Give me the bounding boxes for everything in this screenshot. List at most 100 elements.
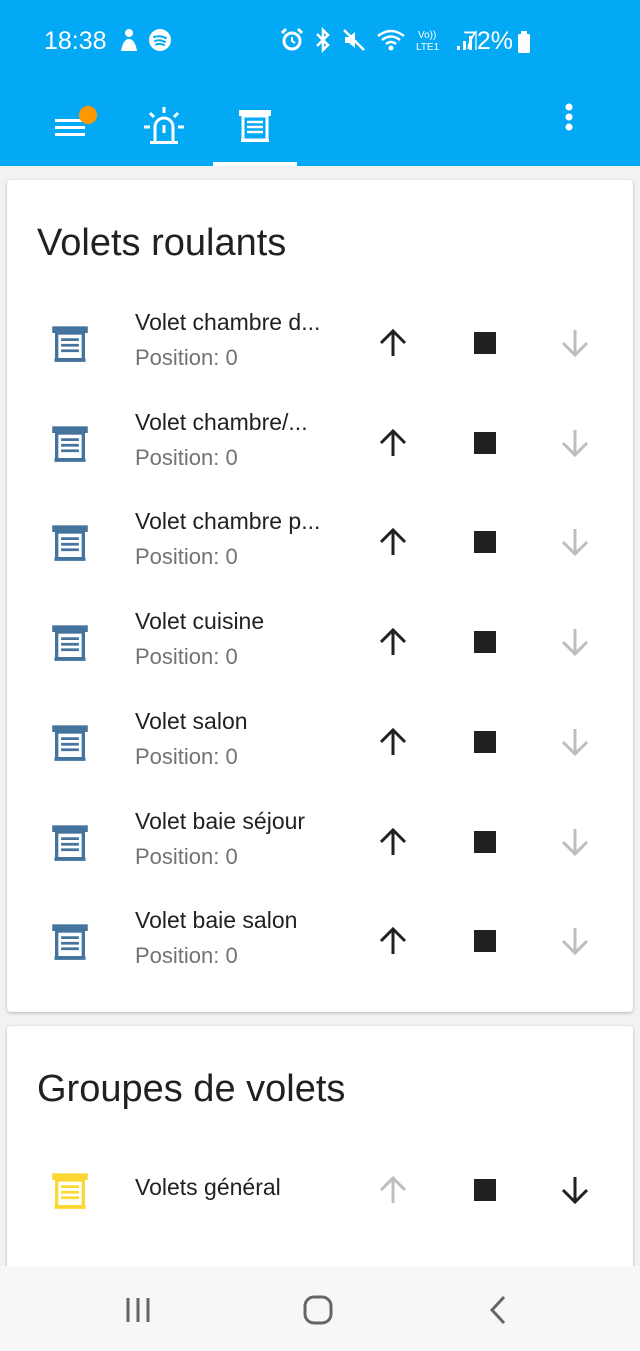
card-volets-roulants: Volets roulants Volet chambre d... Positi… — [7, 180, 633, 1012]
status-bar: 18:38 Vo)) LTE1 72% — [0, 0, 640, 80]
stop-cover-button[interactable] — [461, 1166, 509, 1214]
back-icon — [489, 1295, 506, 1325]
entity-name: Volet baie séjour — [135, 807, 306, 834]
more-vert-icon — [565, 103, 573, 131]
shutter-icon — [52, 426, 88, 462]
entity-position: Position: 0 — [135, 943, 238, 969]
close-cover-button[interactable] — [551, 718, 599, 766]
entity-row[interactable]: Volet salon Position: 0 — [7, 692, 633, 792]
close-cover-button[interactable] — [551, 1166, 599, 1214]
arrow-down-icon — [561, 828, 589, 856]
shutter-icon — [52, 725, 88, 761]
stop-cover-button[interactable] — [461, 818, 509, 866]
entity-icon — [51, 1170, 89, 1210]
recent-apps-icon — [126, 1298, 150, 1322]
close-cover-button[interactable] — [551, 319, 599, 367]
entity-icon — [51, 323, 89, 363]
alarm-icon — [280, 27, 304, 51]
mute-icon — [343, 29, 365, 51]
overflow-menu-button[interactable] — [552, 100, 586, 134]
entity-position: Position: 0 — [135, 843, 238, 869]
tab-alarm[interactable] — [140, 84, 188, 166]
entity-row[interactable]: Volets général — [7, 1140, 633, 1240]
tab-menu[interactable] — [50, 84, 102, 166]
entity-row[interactable]: Volet chambre/... Position: 0 — [7, 393, 633, 493]
stop-cover-button[interactable] — [461, 319, 509, 367]
back-button[interactable] — [476, 1288, 520, 1332]
entity-name: Volets général — [135, 1174, 281, 1200]
card-groupes-de-volets: Groupes de volets Volets général — [7, 1026, 633, 1286]
entity-icon — [51, 622, 89, 662]
entity-position: Position: 0 — [135, 743, 238, 769]
arrow-up-icon — [379, 627, 407, 656]
arrow-down-icon — [561, 529, 589, 557]
entity-row[interactable]: Volet baie salon Position: 0 — [7, 891, 633, 991]
home-button[interactable] — [296, 1288, 340, 1332]
stop-cover-button[interactable] — [461, 419, 509, 467]
svg-text:LTE1: LTE1 — [416, 42, 440, 52]
entity-icon — [51, 423, 89, 463]
entity-row[interactable]: Volet chambre d... Position: 0 — [7, 293, 633, 393]
close-cover-button[interactable] — [551, 618, 599, 666]
shutter-icon — [52, 1173, 88, 1209]
entity-name: Volet chambre p... — [135, 508, 321, 535]
stop-icon — [474, 531, 496, 554]
entity-row[interactable]: Volet cuisine Position: 0 — [7, 592, 633, 692]
shutter-icon — [239, 110, 271, 142]
close-cover-button[interactable] — [551, 419, 599, 467]
shutter-icon — [52, 824, 88, 861]
entity-position: Position: 0 — [135, 644, 238, 670]
open-cover-button[interactable] — [369, 618, 417, 666]
entity-position: Position: 0 — [135, 544, 238, 570]
arrow-up-icon — [379, 1175, 407, 1203]
volte-icon: Vo))LTE1 — [416, 30, 440, 52]
status-time: 18:38 — [44, 27, 107, 55]
open-cover-button[interactable] — [369, 718, 417, 766]
recent-apps-button[interactable] — [116, 1288, 160, 1332]
open-cover-button[interactable] — [369, 1166, 417, 1214]
stop-cover-button[interactable] — [461, 518, 509, 566]
entity-icon — [51, 822, 89, 862]
arrow-down-icon — [561, 429, 589, 457]
close-cover-button[interactable] — [551, 518, 599, 566]
open-cover-button[interactable] — [369, 419, 417, 467]
stop-icon — [474, 332, 496, 354]
stop-icon — [474, 730, 496, 753]
arrow-up-icon — [379, 827, 407, 855]
arrow-up-icon — [379, 727, 407, 755]
app-bar: 18:38 Vo)) LTE1 72% — [0, 0, 640, 166]
arrow-up-icon — [379, 927, 407, 955]
view-tabs — [0, 84, 640, 166]
tab-shutters[interactable] — [213, 84, 297, 166]
entity-name: Volet chambre d... — [135, 309, 321, 335]
open-cover-button[interactable] — [369, 818, 417, 866]
spotify-icon — [149, 29, 171, 51]
shutter-icon — [52, 625, 88, 661]
battery-percent: 72% — [463, 27, 514, 55]
close-cover-button[interactable] — [551, 818, 599, 866]
stop-cover-button[interactable] — [461, 917, 509, 965]
arrow-down-icon — [561, 1177, 589, 1205]
open-cover-button[interactable] — [369, 917, 417, 965]
battery-icon — [518, 30, 531, 53]
stop-icon — [474, 631, 496, 654]
entity-row[interactable]: Volet chambre p... Position: 0 — [7, 492, 633, 592]
bluetooth-icon — [316, 27, 330, 53]
system-nav-bar — [0, 1266, 640, 1351]
entity-name: Volet salon — [135, 707, 248, 734]
entity-row[interactable]: Volet baie séjour Position: 0 — [7, 792, 633, 892]
open-cover-button[interactable] — [369, 319, 417, 367]
wifi-icon — [377, 29, 405, 51]
shutter-icon — [52, 525, 88, 562]
entity-icon — [51, 921, 89, 961]
card-title: Groupes de volets — [37, 1068, 346, 1110]
stop-icon — [474, 930, 496, 953]
close-cover-button[interactable] — [551, 917, 599, 965]
stop-icon — [474, 830, 496, 853]
stop-cover-button[interactable] — [461, 618, 509, 666]
arrow-down-icon — [561, 629, 589, 657]
open-cover-button[interactable] — [369, 518, 417, 566]
stop-cover-button[interactable] — [461, 718, 509, 766]
arrow-down-icon — [561, 330, 589, 358]
arrow-down-icon — [561, 928, 589, 956]
